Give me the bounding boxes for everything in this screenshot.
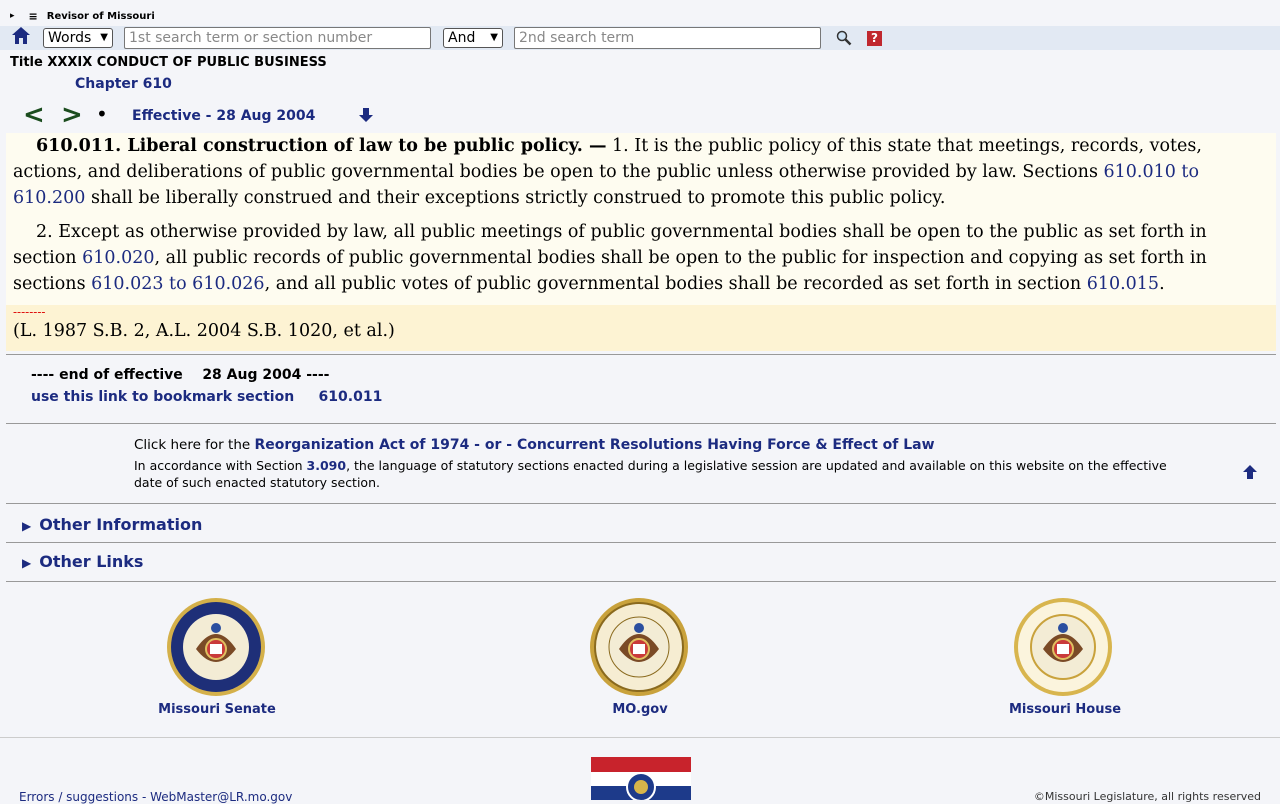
section-paragraph-2: 2. Except as otherwise provided by law, … xyxy=(6,219,1276,297)
section-610-023-026-link[interactable]: 610.023 to 610.026 xyxy=(91,274,264,294)
reorganization-act-link[interactable]: Reorganization Act of 1974 - or - Concur… xyxy=(254,437,934,453)
section-nav: < > • Effective - 28 Aug 2004 xyxy=(0,100,420,130)
bookmark-section: 610.011 xyxy=(318,389,383,405)
arrow-up-icon[interactable] xyxy=(1242,464,1258,484)
top-bar: ▸ ≡ Revisor of Missouri xyxy=(0,8,155,24)
divider xyxy=(0,737,1280,738)
p2-text-c: , and all public votes of public governm… xyxy=(264,274,1087,294)
next-section-button[interactable]: > xyxy=(61,100,83,130)
section-3-090-link[interactable]: 3.090 xyxy=(307,458,347,473)
search-operator-value: And xyxy=(448,30,476,46)
other-information-toggle[interactable]: ▶ Other Information xyxy=(22,515,202,534)
history-block: -------- (L. 1987 S.B. 2, A.L. 2004 S.B.… xyxy=(6,305,1276,351)
history-divider: -------- xyxy=(13,305,46,319)
divider xyxy=(6,503,1276,504)
divider xyxy=(6,581,1276,582)
end-tail: ---- xyxy=(306,367,330,383)
p2-text-d: . xyxy=(1159,274,1165,294)
divider xyxy=(6,354,1276,355)
senate-seal-logo[interactable] xyxy=(166,597,266,697)
help-icon[interactable]: ? xyxy=(867,31,882,46)
expand-triangle-icon: ▶ xyxy=(22,519,32,533)
search-icon[interactable] xyxy=(836,30,852,50)
p1-text-b: shall be liberally construed and their e… xyxy=(85,188,946,208)
search-type-value: Words xyxy=(48,30,92,46)
title-heading: Title XXXIX CONDUCT OF PUBLIC BUSINESS xyxy=(10,55,327,70)
missouri-flag-image xyxy=(591,757,691,802)
other-links-toggle[interactable]: ▶ Other Links xyxy=(22,552,143,571)
section-610-020-link[interactable]: 610.020 xyxy=(82,248,154,268)
end-date: 28 Aug 2004 xyxy=(202,367,302,383)
senate-label[interactable]: Missouri Senate xyxy=(117,702,317,717)
click-here-text: Click here for the xyxy=(134,437,255,453)
effective-date-link[interactable]: Effective - 28 Aug 2004 xyxy=(132,108,315,124)
mo-gov-label[interactable]: MO.gov xyxy=(540,702,740,717)
webmaster-link[interactable]: Errors / suggestions - WebMaster@LR.mo.g… xyxy=(19,790,292,804)
reorganization-note: Click here for the Reorganization Act of… xyxy=(134,437,1174,491)
search-term-2-placeholder: 2nd search term xyxy=(519,30,635,46)
chevron-down-icon: ▼ xyxy=(100,32,108,43)
copyright-text: ©Missouri Legislature, all rights reserv… xyxy=(1033,790,1261,803)
other-information-label: Other Information xyxy=(39,515,203,534)
bookmark-label: use this link to bookmark section xyxy=(31,389,295,405)
bookmark-link[interactable]: use this link to bookmark section 610.01… xyxy=(31,389,382,405)
expand-triangle-icon: ▶ xyxy=(22,556,32,570)
divider xyxy=(6,542,1276,543)
site-name[interactable]: Revisor of Missouri xyxy=(47,11,155,22)
section-heading: 610.011. Liberal construction of law to … xyxy=(36,136,607,156)
chapter-link[interactable]: Chapter 610 xyxy=(75,76,172,92)
end-of-effective: ---- end of effective 28 Aug 2004 ---- xyxy=(31,367,329,383)
search-term-1-placeholder: 1st search term or section number xyxy=(129,30,373,46)
accordance-text-a: In accordance with Section xyxy=(134,458,307,473)
statute-section: 610.011. Liberal construction of law to … xyxy=(6,133,1276,351)
arrow-down-icon[interactable] xyxy=(358,107,374,127)
house-seal-logo[interactable] xyxy=(1013,597,1113,697)
search-type-select[interactable]: Words ▼ xyxy=(43,28,113,48)
section-paragraph-1: 610.011. Liberal construction of law to … xyxy=(6,133,1276,211)
end-label: ---- end of effective xyxy=(31,367,183,383)
bullet-icon: • xyxy=(96,102,108,126)
search-term-2-input[interactable]: 2nd search term xyxy=(514,27,821,49)
section-610-015-link[interactable]: 610.015 xyxy=(1087,274,1159,294)
menu-icon[interactable]: ≡ xyxy=(29,10,38,23)
chevron-down-icon: ▼ xyxy=(490,32,498,43)
search-bar: Words ▼ 1st search term or section numbe… xyxy=(0,26,1280,50)
search-term-1-input[interactable]: 1st search term or section number xyxy=(124,27,431,49)
search-operator-select[interactable]: And ▼ xyxy=(443,28,503,48)
previous-section-button[interactable]: < xyxy=(23,100,45,130)
other-links-label: Other Links xyxy=(39,552,144,571)
history-citation: (L. 1987 S.B. 2, A.L. 2004 S.B. 1020, et… xyxy=(6,319,1276,343)
house-label[interactable]: Missouri House xyxy=(965,702,1165,717)
home-icon[interactable] xyxy=(11,26,31,46)
expand-triangle-icon[interactable]: ▸ xyxy=(10,11,15,21)
divider xyxy=(6,423,1276,424)
mo-gov-seal-logo[interactable] xyxy=(589,597,689,697)
